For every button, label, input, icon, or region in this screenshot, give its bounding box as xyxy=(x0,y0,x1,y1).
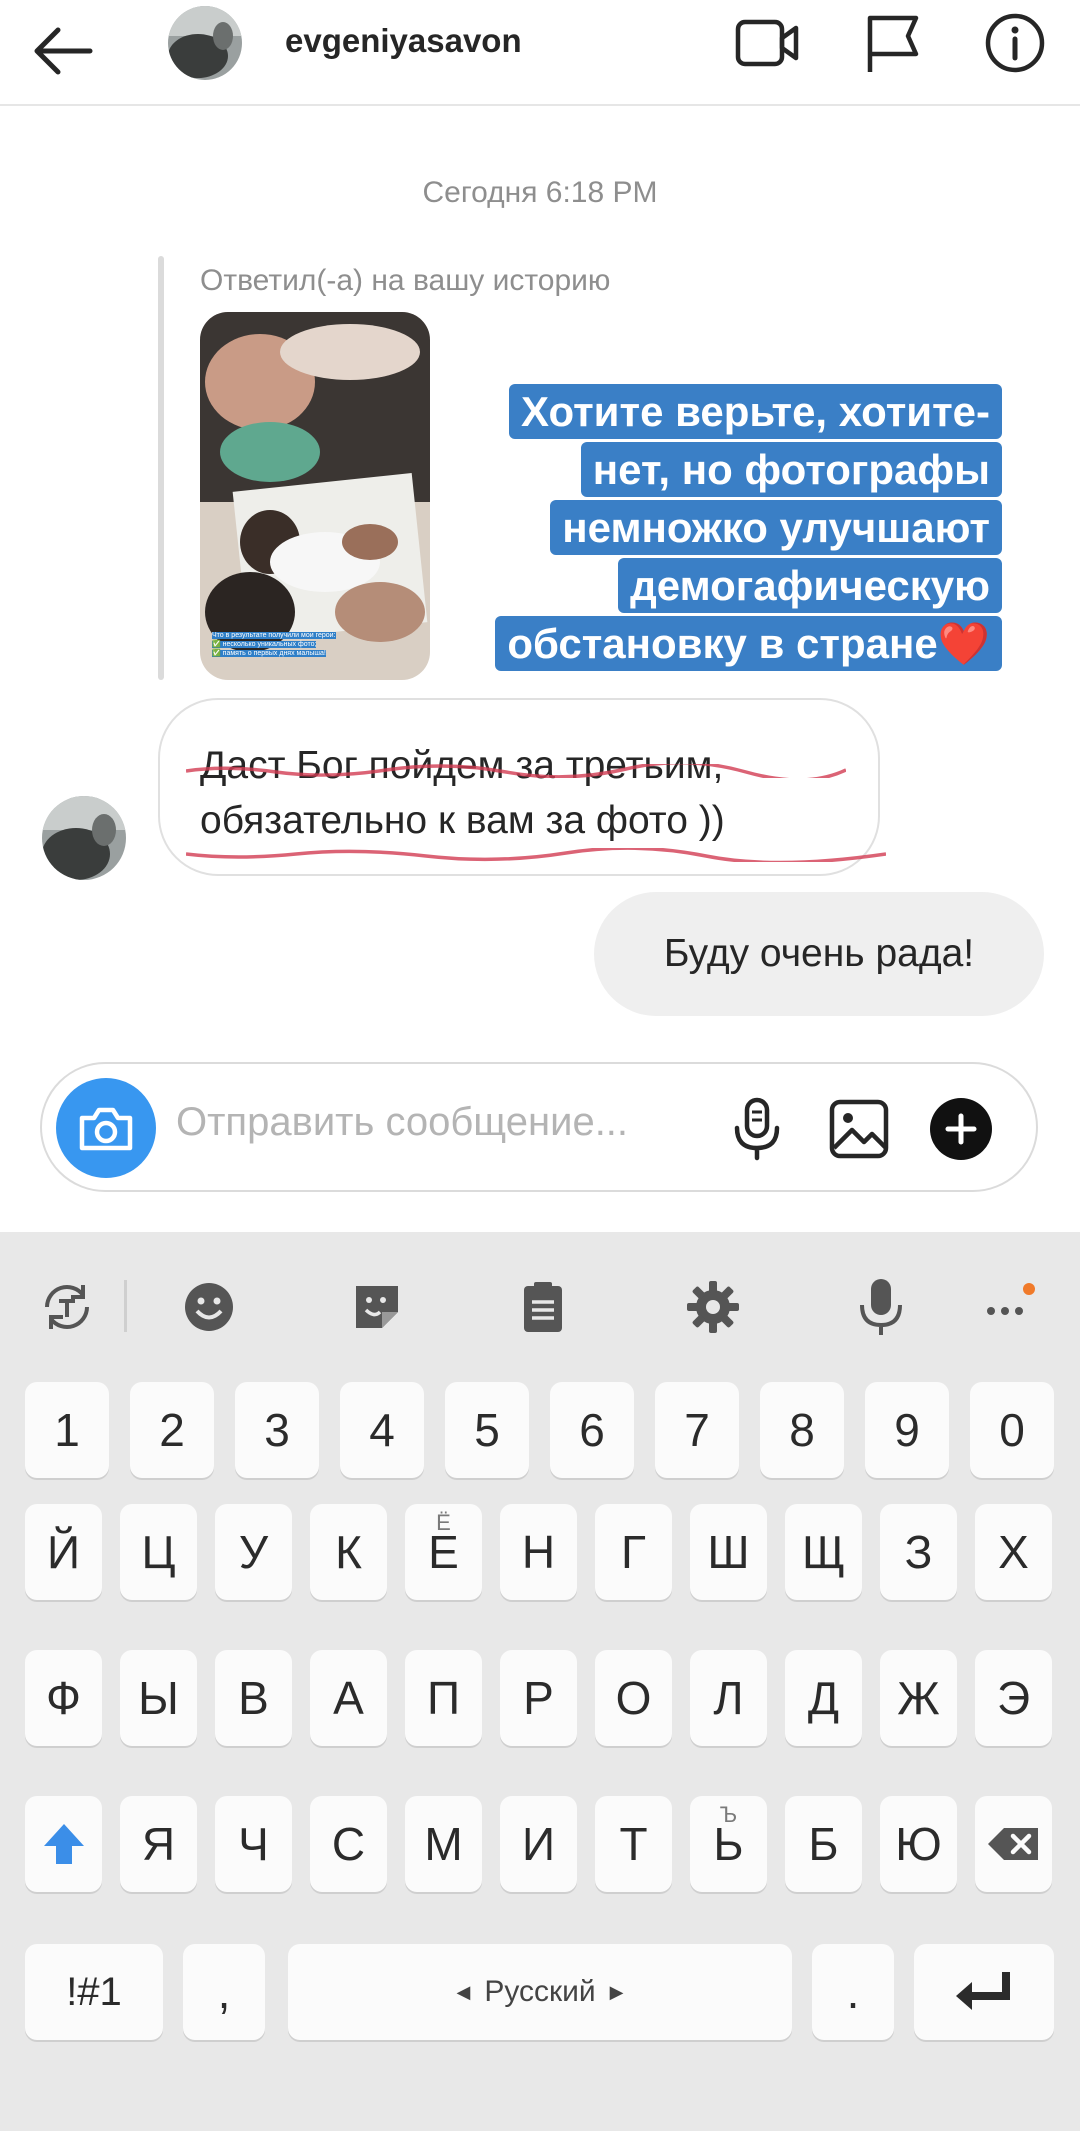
key-hint: Ъ xyxy=(719,1802,738,1827)
key-б[interactable]: Б xyxy=(785,1796,862,1892)
key-0[interactable]: 0 xyxy=(970,1382,1054,1478)
key-к[interactable]: К xyxy=(310,1504,387,1600)
key-д[interactable]: Д xyxy=(785,1650,862,1746)
keyboard: 1 2 3 4 5 6 7 8 9 0 Й Ц У К ЁЕ Н Г Ш Щ З… xyxy=(0,1232,1080,2131)
story-text-line: немножко улучшают xyxy=(550,500,1002,555)
key-hint: Ё xyxy=(436,1510,451,1535)
key-ь[interactable]: ЪЬ xyxy=(690,1796,767,1892)
message-composer: Отправить сообщение... xyxy=(40,1062,1038,1192)
flag-icon[interactable] xyxy=(858,10,928,76)
incoming-message-bubble[interactable]: Даст Бог пойдем за третьим, обязательно … xyxy=(158,698,886,876)
key-ы[interactable]: Ы xyxy=(120,1650,197,1746)
incoming-message-text: Даст Бог пойдем за третьим, обязательно … xyxy=(200,744,725,842)
highlight-underline xyxy=(186,764,846,778)
highlight-underline xyxy=(186,848,886,862)
story-text-line: нет, но фотографы xyxy=(580,442,1002,497)
keyboard-toolbar xyxy=(0,1232,1080,1380)
outgoing-message-text: Буду очень рада! xyxy=(663,932,975,975)
chat-timestamp: Сегодня 6:18 PM xyxy=(422,176,658,209)
key-э[interactable]: Э xyxy=(975,1650,1052,1746)
key-9[interactable]: 9 xyxy=(865,1382,949,1478)
back-arrow-icon[interactable] xyxy=(28,16,98,86)
reply-label: Ответил(-а) на вашу историю xyxy=(200,264,611,297)
key-ц[interactable]: Ц xyxy=(120,1504,197,1600)
gallery-icon[interactable] xyxy=(824,1094,894,1164)
enter-key[interactable] xyxy=(914,1944,1054,2040)
text-transform-icon[interactable] xyxy=(34,1274,100,1340)
key-е[interactable]: ЁЕ xyxy=(405,1504,482,1600)
key-щ[interactable]: Щ xyxy=(785,1504,862,1600)
key-2[interactable]: 2 xyxy=(130,1382,214,1478)
voice-input-icon[interactable] xyxy=(848,1274,914,1340)
key-ш[interactable]: Ш xyxy=(690,1504,767,1600)
username[interactable]: evgeniyasavon xyxy=(285,22,522,60)
story-text-line: Хотите верьте, хотите- xyxy=(509,384,1002,439)
enter-icon xyxy=(956,1972,1010,2010)
outgoing-message-bubble[interactable]: Буду очень рада! xyxy=(594,892,1044,1016)
key-у[interactable]: У xyxy=(215,1504,292,1600)
key-с[interactable]: С xyxy=(310,1796,387,1892)
sticker-icon[interactable] xyxy=(344,1274,410,1340)
video-call-icon[interactable] xyxy=(732,10,802,76)
key-и[interactable]: И xyxy=(500,1796,577,1892)
toolbar-divider xyxy=(124,1280,127,1332)
key-ж[interactable]: Ж xyxy=(880,1650,957,1746)
key-ч[interactable]: Ч xyxy=(215,1796,292,1892)
key-л[interactable]: Л xyxy=(690,1650,767,1746)
key-в[interactable]: В xyxy=(215,1650,292,1746)
backspace-key[interactable] xyxy=(975,1796,1052,1892)
period-key[interactable]: . xyxy=(812,1944,894,2040)
key-5[interactable]: 5 xyxy=(445,1382,529,1478)
key-4[interactable]: 4 xyxy=(340,1382,424,1478)
key-р[interactable]: Р xyxy=(500,1650,577,1746)
key-й[interactable]: Й xyxy=(25,1504,102,1600)
more-icon[interactable] xyxy=(974,1274,1040,1340)
comma-key[interactable]: , xyxy=(183,1944,265,2040)
key-т[interactable]: Т xyxy=(595,1796,672,1892)
story-text-overlay: Хотите верьте, хотите- нет, но фотографы… xyxy=(442,383,1002,673)
key-а[interactable]: А xyxy=(310,1650,387,1746)
microphone-icon[interactable] xyxy=(722,1094,792,1164)
chat-header: evgeniyasavon xyxy=(0,0,1080,106)
key-з[interactable]: З xyxy=(880,1504,957,1600)
key-я[interactable]: Я xyxy=(120,1796,197,1892)
key-ф[interactable]: Ф xyxy=(25,1650,102,1746)
settings-icon[interactable] xyxy=(680,1274,746,1340)
key-1[interactable]: 1 xyxy=(25,1382,109,1478)
heart-icon: ❤️ xyxy=(937,620,990,667)
backspace-icon xyxy=(987,1828,1038,1860)
key-ю[interactable]: Ю xyxy=(880,1796,957,1892)
story-text-line: демогафическую xyxy=(618,558,1002,613)
key-п[interactable]: П xyxy=(405,1650,482,1746)
sender-avatar[interactable] xyxy=(42,796,126,880)
key-8[interactable]: 8 xyxy=(760,1382,844,1478)
emoji-icon[interactable] xyxy=(176,1274,242,1340)
add-content-icon[interactable] xyxy=(930,1098,992,1160)
key-6[interactable]: 6 xyxy=(550,1382,634,1478)
key-7[interactable]: 7 xyxy=(655,1382,739,1478)
key-х[interactable]: Х xyxy=(975,1504,1052,1600)
key-н[interactable]: Н xyxy=(500,1504,577,1600)
reply-indicator-bar xyxy=(158,256,164,680)
key-о[interactable]: О xyxy=(595,1650,672,1746)
info-icon[interactable] xyxy=(980,10,1050,76)
symbols-key[interactable]: !#1 xyxy=(25,1944,163,2040)
story-preview-image[interactable]: Что в результате получили мои герои: ✅ н… xyxy=(200,312,430,680)
message-input[interactable]: Отправить сообщение... xyxy=(176,1100,628,1145)
avatar[interactable] xyxy=(168,6,242,80)
camera-icon[interactable] xyxy=(56,1078,156,1178)
clipboard-icon[interactable] xyxy=(510,1274,576,1340)
story-caption: Что в результате получили мои герои: ✅ н… xyxy=(212,632,336,657)
story-text-line: обстановку в стране❤️ xyxy=(495,616,1002,671)
key-г[interactable]: Г xyxy=(595,1504,672,1600)
key-3[interactable]: 3 xyxy=(235,1382,319,1478)
space-key-label: Русский xyxy=(484,1975,596,2008)
space-key[interactable]: ◀ Русский ▶ xyxy=(288,1944,792,2040)
shift-arrow-icon xyxy=(43,1824,84,1864)
key-м[interactable]: М xyxy=(405,1796,482,1892)
shift-key[interactable] xyxy=(25,1796,102,1892)
